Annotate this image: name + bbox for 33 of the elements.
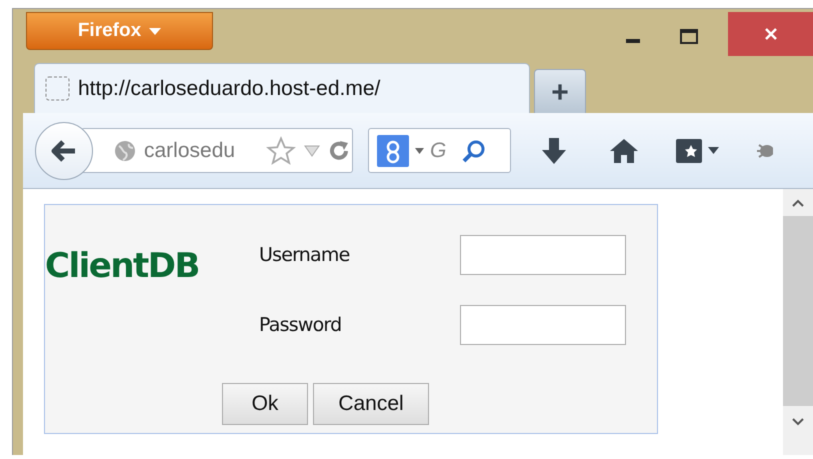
page-icon (45, 76, 70, 101)
scrollbar-thumb[interactable] (783, 216, 813, 406)
field-label: Username (259, 242, 350, 268)
cancel-button[interactable]: Cancel (313, 383, 429, 425)
maximize-icon[interactable] (680, 29, 698, 44)
search-bar[interactable]: G (368, 128, 511, 173)
app-title: ClientDB (45, 245, 200, 288)
globe-icon (114, 140, 136, 162)
caret-icon[interactable] (415, 148, 424, 154)
search-engine-icon[interactable] (377, 134, 409, 166)
url-text: carlosedu (144, 138, 236, 164)
search-placeholder: G (430, 138, 448, 164)
input-field[interactable] (460, 235, 626, 275)
scrollbar[interactable] (783, 189, 813, 455)
bookmarks-icon[interactable] (676, 138, 702, 162)
new-tab-button[interactable]: + (534, 69, 586, 113)
dropdown-icon[interactable] (304, 144, 320, 156)
caret-icon[interactable] (708, 147, 719, 154)
ok-button[interactable]: Ok (222, 383, 308, 425)
reload-icon[interactable] (328, 140, 350, 162)
star-icon[interactable] (266, 136, 296, 166)
scroll-up-icon[interactable] (792, 199, 804, 207)
field-label: Password (259, 312, 342, 338)
download-icon[interactable] (541, 136, 567, 164)
close-icon (764, 27, 778, 41)
input-field[interactable] (460, 305, 626, 345)
back-arrow-icon (51, 140, 77, 162)
scroll-down-icon[interactable] (792, 418, 804, 426)
search-icon[interactable] (462, 138, 486, 162)
browser-tab[interactable]: http://carloseduardo.host-ed.me/ (34, 63, 530, 113)
caret-icon (149, 28, 162, 34)
url-bar[interactable]: carlosedu (81, 128, 353, 173)
home-icon[interactable] (609, 138, 639, 164)
